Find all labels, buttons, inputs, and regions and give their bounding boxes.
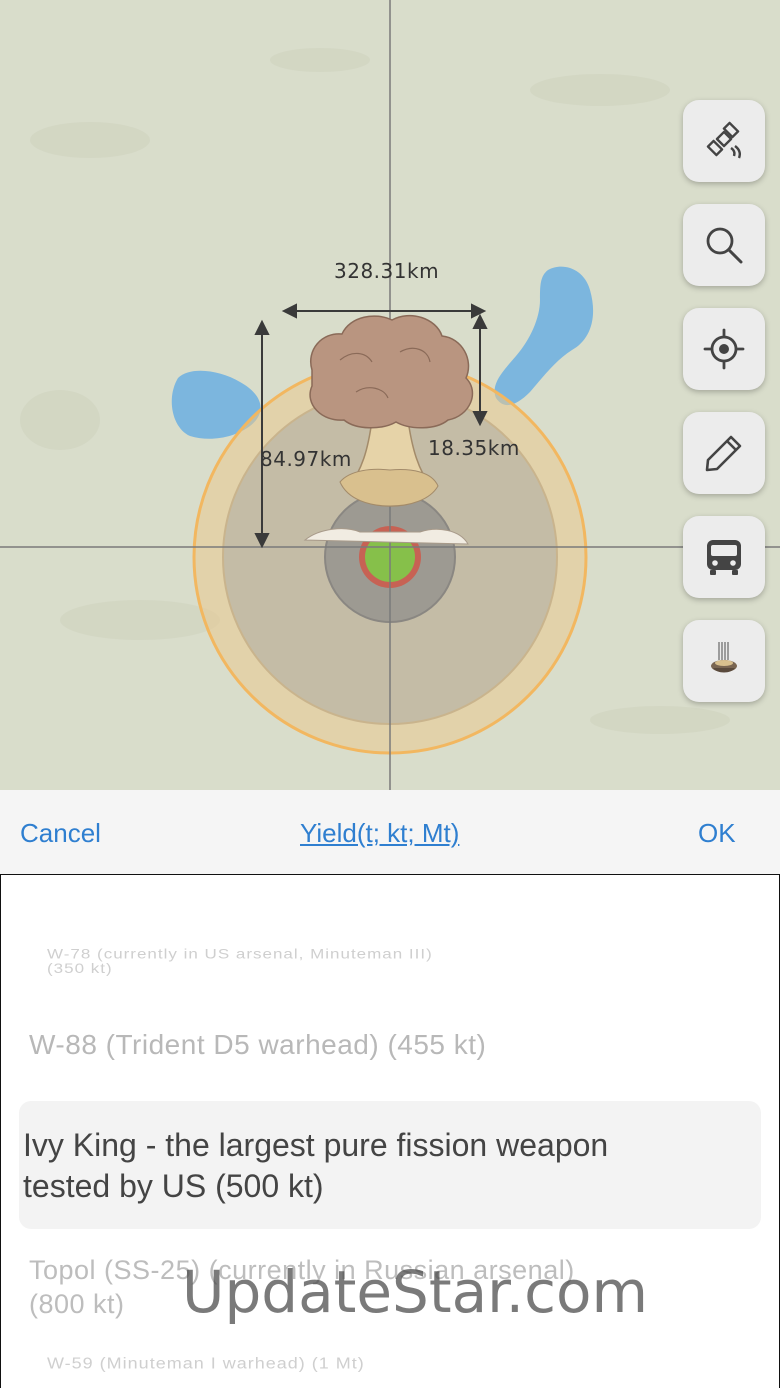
picker-option[interactable]: W-78 (currently in US arsenal, Minuteman… [47,947,433,977]
pencil-icon [705,435,742,472]
bomb-button[interactable] [683,620,765,702]
picker-toolbar: Cancel Yield(t; kt; Mt) OK [0,790,780,874]
bus-icon [707,540,741,575]
satellite-button[interactable] [683,100,765,182]
picker-option[interactable]: W-88 (Trident D5 warhead) (455 kt) [29,1029,486,1061]
bomb-icon [711,642,737,673]
yield-unit-title[interactable]: Yield(t; kt; Mt) [300,818,459,849]
watermark-text: UpdateStar.com [182,1258,648,1326]
ok-button[interactable]: OK [698,818,736,849]
stem-measurement: 18.35km [428,436,520,460]
picker-option-selected[interactable]: Ivy King - the largest pure fission weap… [23,1125,608,1207]
map-canvas[interactable] [0,0,780,790]
locate-button[interactable] [683,308,765,390]
picker-option[interactable]: W-59 (Minuteman I warhead) (1 Mt) [47,1355,365,1373]
search-button[interactable] [683,204,765,286]
map-view[interactable]: 328.31km 84.97km 18.35km [0,0,780,790]
search-icon [706,227,743,264]
satellite-icon [706,121,741,159]
height-measurement: 84.97km [260,447,352,471]
transport-button[interactable] [683,516,765,598]
crosshair-icon [703,328,745,370]
width-measurement: 328.31km [334,259,440,283]
cancel-button[interactable]: Cancel [20,818,101,849]
edit-button[interactable] [683,412,765,494]
